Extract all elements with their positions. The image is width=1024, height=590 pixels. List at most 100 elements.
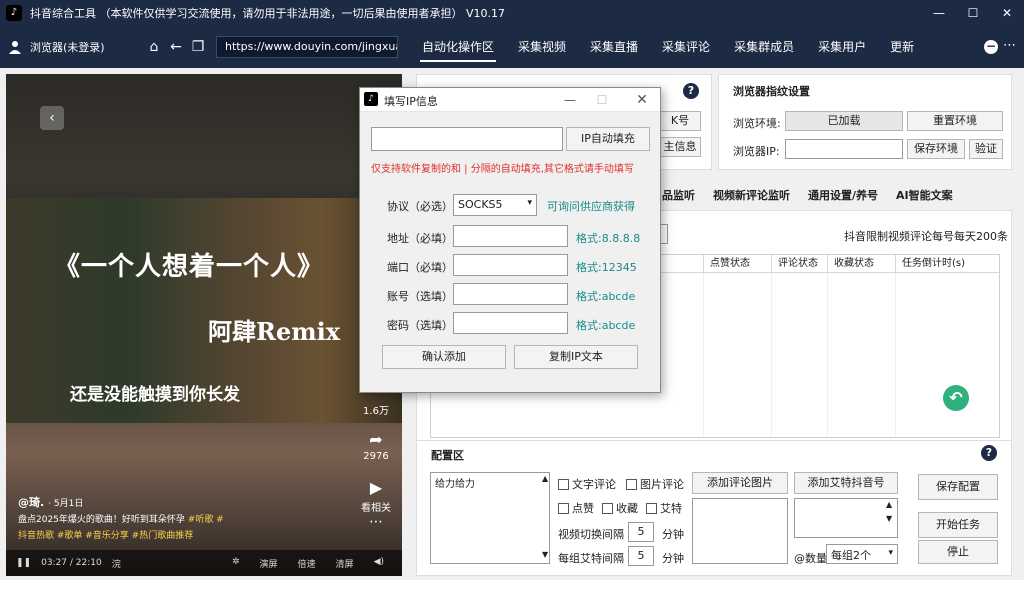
- control-dimscreen[interactable]: 演屏: [260, 557, 278, 570]
- minus-circle-icon[interactable]: −: [984, 40, 998, 54]
- account-format: 格式:abcde: [576, 290, 636, 303]
- close-button[interactable]: ✕: [990, 0, 1024, 26]
- password-label: 密码（选填）: [387, 319, 453, 332]
- verify-button[interactable]: 验证: [969, 139, 1003, 159]
- mention-scroll-up-icon[interactable]: ▲: [886, 500, 892, 509]
- like-checkbox[interactable]: 点赞: [558, 500, 594, 516]
- ip-paste-input[interactable]: [371, 127, 563, 151]
- play-circle-icon: ▶: [369, 478, 383, 497]
- control-speed[interactable]: 倍速: [298, 557, 316, 570]
- image-comment-checkbox[interactable]: 图片评论: [626, 476, 684, 492]
- menu-bar: 浏览器(未登录) ⌂ ← ❐ https://www.douyin.com/ji…: [0, 26, 1024, 68]
- switch-interval-input[interactable]: 5: [628, 522, 654, 542]
- ip-auto-fill-button[interactable]: IP自动填充: [566, 127, 650, 151]
- main-info-button[interactable]: 主信息: [659, 137, 701, 157]
- video-desc-tags[interactable]: #听歌 #: [188, 515, 224, 525]
- count-label: @数量: [794, 552, 827, 565]
- account-label: 账号（选填）: [387, 290, 453, 303]
- related-label: 看相关: [361, 503, 391, 514]
- minimize-button[interactable]: —: [922, 0, 956, 26]
- dialog-close-button[interactable]: ✕: [630, 90, 654, 110]
- col-like-status: 点赞状态: [703, 255, 771, 273]
- help-icon[interactable]: ?: [683, 83, 699, 99]
- tab-collect-live[interactable]: 采集直播: [578, 26, 650, 68]
- subtab-general-settings[interactable]: 通用设置/养号: [808, 187, 878, 203]
- reset-env-button[interactable]: 重置环境: [907, 111, 1003, 131]
- mention-scroll-down-icon[interactable]: ▼: [886, 514, 892, 523]
- copy-ip-text-button[interactable]: 复制IP文本: [514, 345, 638, 369]
- tab-update[interactable]: 更新: [878, 26, 926, 68]
- mention-interval-input[interactable]: 5: [628, 546, 654, 566]
- volume-icon[interactable]: ◀): [374, 557, 384, 570]
- confirm-add-button[interactable]: 确认添加: [382, 345, 506, 369]
- subtab-monitor[interactable]: 品监听: [662, 187, 695, 203]
- video-time: 03:27 / 22:10: [41, 558, 102, 568]
- user-label: 浏览器(未登录): [30, 41, 105, 54]
- textarea-scroll-down-icon[interactable]: ▼: [542, 550, 548, 559]
- subtab-new-comment-monitor[interactable]: 视频新评论监听: [713, 187, 790, 203]
- title-bar: ♪ 抖音综合工具 （本软件仅供学习交流使用，请勿用于非法用途，一切后果由使用者承…: [0, 0, 1024, 26]
- stop-button[interactable]: 停止: [918, 540, 998, 564]
- back-arrow-icon[interactable]: ←: [168, 39, 184, 55]
- like-count[interactable]: 1.6万: [356, 402, 396, 417]
- chevron-left-icon[interactable]: ‹: [40, 106, 64, 130]
- add-mention-button[interactable]: 添加艾特抖音号: [794, 472, 898, 494]
- col-comment-status: 评论状态: [771, 255, 827, 273]
- account-input[interactable]: [453, 283, 568, 305]
- control-clear[interactable]: 清屏: [336, 557, 354, 570]
- tab-automation[interactable]: 自动化操作区: [410, 26, 506, 68]
- tab-collect-users[interactable]: 采集用户: [806, 26, 878, 68]
- video-controls: ❚❚ 03:27 / 22:10 浣 ✲ 演屏 倍速 清屏 ◀): [6, 550, 402, 576]
- port-input[interactable]: [453, 254, 568, 276]
- more-dots-icon[interactable]: ⋯: [356, 514, 396, 530]
- collect-checkbox[interactable]: 收藏: [602, 500, 638, 516]
- dialog-hint: 仅支持软件复制的和 | 分隔的自动填充,其它格式请手动填写: [371, 164, 634, 175]
- ip-info-dialog: ♪ 填写IP信息 — ☐ ✕ IP自动填充 仅支持软件复制的和 | 分隔的自动填…: [359, 87, 661, 393]
- account-button[interactable]: K号: [659, 111, 701, 131]
- col-collect-status: 收藏状态: [827, 255, 895, 273]
- comment-textarea[interactable]: 给力给力: [430, 472, 550, 564]
- browser-ip-input[interactable]: [785, 139, 903, 159]
- copy-icon[interactable]: ❐: [190, 39, 206, 55]
- tiktok-icon: ♪: [6, 5, 22, 21]
- tab-collect-group[interactable]: 采集群成员: [722, 26, 806, 68]
- protocol-hint: 可询问供应商获得: [547, 200, 635, 213]
- share-action[interactable]: ➦ 2976: [356, 430, 396, 462]
- dialog-maximize-button[interactable]: ☐: [590, 90, 614, 110]
- video-song-title: 《一个人想着一个人》: [54, 252, 325, 282]
- subtab-ai-copy[interactable]: AI智能文案: [896, 187, 953, 203]
- mention-list[interactable]: [794, 498, 898, 538]
- text-comment-checkbox[interactable]: 文字评论: [558, 476, 616, 492]
- dialog-tiktok-icon: ♪: [364, 92, 378, 106]
- add-comment-image-button[interactable]: 添加评论图片: [692, 472, 788, 494]
- video-author[interactable]: @琦. · 5月1日: [18, 494, 83, 510]
- port-label: 端口（必填）: [387, 261, 453, 274]
- password-input[interactable]: [453, 312, 568, 334]
- video-date: · 5月1日: [48, 499, 84, 509]
- save-env-button[interactable]: 保存环境: [907, 139, 965, 159]
- maximize-button[interactable]: ☐: [956, 0, 990, 26]
- related-action[interactable]: ▶ 看相关: [356, 478, 396, 514]
- mention-checkbox[interactable]: 艾特: [646, 500, 682, 516]
- video-player[interactable]: ‹ 《一个人想着一个人》 阿肆Remix 还是没能触摸到你长发 1.6万 ➦ 29…: [6, 74, 402, 576]
- config-help-icon[interactable]: ?: [981, 445, 997, 461]
- comment-image-list[interactable]: [692, 498, 788, 564]
- home-icon[interactable]: ⌂: [146, 39, 162, 55]
- pause-icon[interactable]: ❚❚: [16, 558, 31, 568]
- save-config-button[interactable]: 保存配置: [918, 474, 998, 500]
- url-bar[interactable]: https://www.douyin.com/jingxuan: [216, 36, 398, 58]
- textarea-scroll-up-icon[interactable]: ▲: [542, 474, 548, 483]
- tab-collect-comments[interactable]: 采集评论: [650, 26, 722, 68]
- settings-icon[interactable]: ✲: [232, 557, 240, 570]
- more-icon[interactable]: ⋯: [1003, 38, 1016, 53]
- address-input[interactable]: [453, 225, 568, 247]
- user-info[interactable]: 浏览器(未登录): [8, 39, 138, 55]
- dialog-minimize-button[interactable]: —: [558, 90, 582, 110]
- protocol-select[interactable]: SOCKS5 ▾: [453, 194, 537, 216]
- window-title: 抖音综合工具 （本软件仅供学习交流使用，请勿用于非法用途，一切后果由使用者承担）…: [30, 7, 506, 20]
- video-tags[interactable]: 抖音热歌 #歌单 #音乐分享 #热门歌曲推荐: [18, 528, 193, 541]
- count-select[interactable]: 每组2个 ▾: [826, 544, 898, 564]
- tab-collect-video[interactable]: 采集视频: [506, 26, 578, 68]
- start-task-button[interactable]: 开始任务: [918, 512, 998, 538]
- undo-icon[interactable]: ↶: [943, 385, 969, 411]
